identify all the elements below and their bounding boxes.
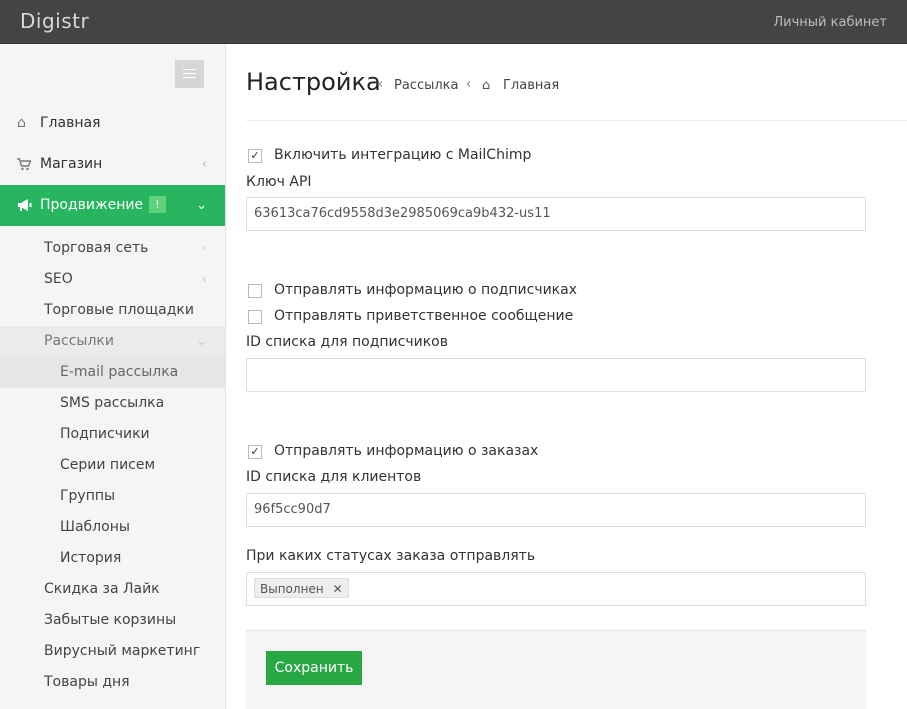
main-content: Настройка ‹ Рассылка ‹ ⌂ Главная ✓ Включ…: [226, 44, 907, 709]
sidebar-item-label: Торговые площадки: [44, 302, 194, 318]
sidebar-item-subscribers[interactable]: Подписчики: [0, 419, 225, 450]
sidebar-item-promotion[interactable]: Продвижение! ⌄: [0, 185, 225, 226]
sidebar-item-label: Серии писем: [60, 457, 156, 473]
notification-badge: !: [149, 196, 166, 213]
sidebar-item-mailings[interactable]: Рассылки ⌄: [0, 326, 225, 357]
top-navbar: Digistr Личный кабинет: [0, 0, 907, 44]
menu-toggle-button[interactable]: [175, 60, 204, 88]
send-welcome-checkbox[interactable]: [248, 310, 262, 324]
send-orders-checkbox[interactable]: ✓: [248, 445, 262, 459]
sidebar-item-shop[interactable]: Магазин ‹: [0, 144, 225, 185]
sidebar-item-letter-series[interactable]: Серии писем: [0, 450, 225, 481]
api-key-input[interactable]: 63613ca76cd9558d3e2985069ca9b432-us11: [246, 197, 866, 231]
subscribers-list-label: ID списка для подписчиков: [246, 334, 448, 350]
sidebar-item-label: Главная: [40, 115, 101, 131]
sidebar-item-viral-marketing[interactable]: Вирусный маркетинг: [0, 636, 225, 667]
enable-mailchimp-label: Включить интеграцию с MailChimp: [274, 147, 532, 163]
sidebar-item-groups[interactable]: Группы: [0, 481, 225, 512]
order-statuses-label: При каких статусах заказа отправлять: [246, 548, 536, 564]
sidebar-item-label: Рассылки: [44, 333, 114, 349]
sidebar-item-email-mailing[interactable]: E-mail рассылка: [0, 357, 225, 388]
enable-mailchimp-checkbox[interactable]: ✓: [248, 149, 262, 163]
sidebar-item-label: Товары дня: [44, 674, 130, 690]
sidebar-item-label: История: [60, 550, 122, 566]
app-logo[interactable]: Digistr: [20, 9, 89, 33]
sidebar-item-label: E-mail рассылка: [60, 364, 179, 380]
status-tag: Выполнен ✕: [254, 578, 349, 598]
status-tag-label: Выполнен: [260, 582, 324, 596]
chevron-left-icon: ‹: [378, 77, 384, 92]
send-welcome-label: Отправлять приветственное сообщение: [274, 308, 574, 324]
sidebar-item-marketplaces[interactable]: Торговые площадки: [0, 295, 225, 326]
sidebar-item-label: SMS рассылка: [60, 395, 165, 411]
sidebar-item-label: Подписчики: [60, 426, 150, 442]
sidebar: ⌂ Главная Магазин ‹ Продвижение! ⌄ Торго…: [0, 44, 226, 709]
breadcrumb-home[interactable]: Главная: [503, 78, 559, 93]
cart-icon: [17, 144, 35, 188]
bullhorn-icon: [17, 185, 35, 229]
send-subscribers-label: Отправлять информацию о подписчиках: [274, 282, 578, 298]
divider: [246, 120, 907, 121]
menu-bar-icon: [183, 73, 196, 74]
sidebar-item-label: SEO: [44, 271, 73, 287]
personal-account-link[interactable]: Личный кабинет: [773, 15, 887, 30]
save-button[interactable]: Сохранить: [266, 651, 362, 685]
breadcrumb-mailing[interactable]: Рассылка: [394, 78, 459, 93]
sidebar-item-home[interactable]: ⌂ Главная: [0, 103, 225, 144]
sidebar-item-label: Забытые корзины: [44, 612, 177, 628]
remove-tag-icon[interactable]: ✕: [333, 579, 343, 599]
chevron-down-icon: ⌄: [196, 198, 207, 213]
chevron-left-icon: ‹: [466, 77, 472, 92]
sidebar-item-like-discount[interactable]: Скидка за Лайк: [0, 574, 225, 605]
sidebar-item-label-text: Продвижение: [40, 197, 144, 213]
sidebar-item-seo[interactable]: SEO ‹: [0, 264, 225, 295]
order-statuses-select[interactable]: Выполнен ✕: [246, 572, 866, 606]
sidebar-item-sms-mailing[interactable]: SMS рассылка: [0, 388, 225, 419]
sidebar-item-label: Скидка за Лайк: [44, 581, 160, 597]
chevron-left-icon: ‹: [201, 241, 207, 256]
sidebar-item-label: Группы: [60, 488, 116, 504]
sidebar-item-abandoned-carts[interactable]: Забытые корзины: [0, 605, 225, 636]
sidebar-item-label: Шаблоны: [60, 519, 130, 535]
menu-bar-icon: [183, 69, 196, 70]
subscribers-list-input[interactable]: [246, 358, 866, 392]
page-title: Настройка: [246, 68, 381, 96]
form-footer: Сохранить: [246, 630, 866, 709]
menu-bar-icon: [183, 77, 196, 78]
sidebar-item-history[interactable]: История: [0, 543, 225, 574]
chevron-left-icon: ‹: [201, 157, 207, 172]
sidebar-item-label: Магазин: [40, 156, 103, 172]
send-subscribers-checkbox[interactable]: [248, 284, 262, 298]
sidebar-item-retail-network[interactable]: Торговая сеть ‹: [0, 233, 225, 264]
home-icon: ⌂: [482, 78, 491, 93]
clients-list-input[interactable]: 96f5cc90d7: [246, 493, 866, 527]
chevron-left-icon: ‹: [201, 272, 207, 287]
home-icon: ⌂: [17, 115, 26, 131]
clients-list-label: ID списка для клиентов: [246, 469, 422, 485]
api-key-label: Ключ API: [246, 174, 312, 190]
sidebar-item-deals-of-day[interactable]: Товары дня: [0, 667, 225, 698]
send-orders-label: Отправлять информацию о заказах: [274, 443, 539, 459]
sidebar-item-templates[interactable]: Шаблоны: [0, 512, 225, 543]
sidebar-item-label: Торговая сеть: [44, 240, 149, 256]
chevron-down-icon: ⌄: [196, 334, 207, 349]
sidebar-item-label: Вирусный маркетинг: [44, 643, 201, 659]
sidebar-item-label: Продвижение!: [40, 185, 166, 226]
